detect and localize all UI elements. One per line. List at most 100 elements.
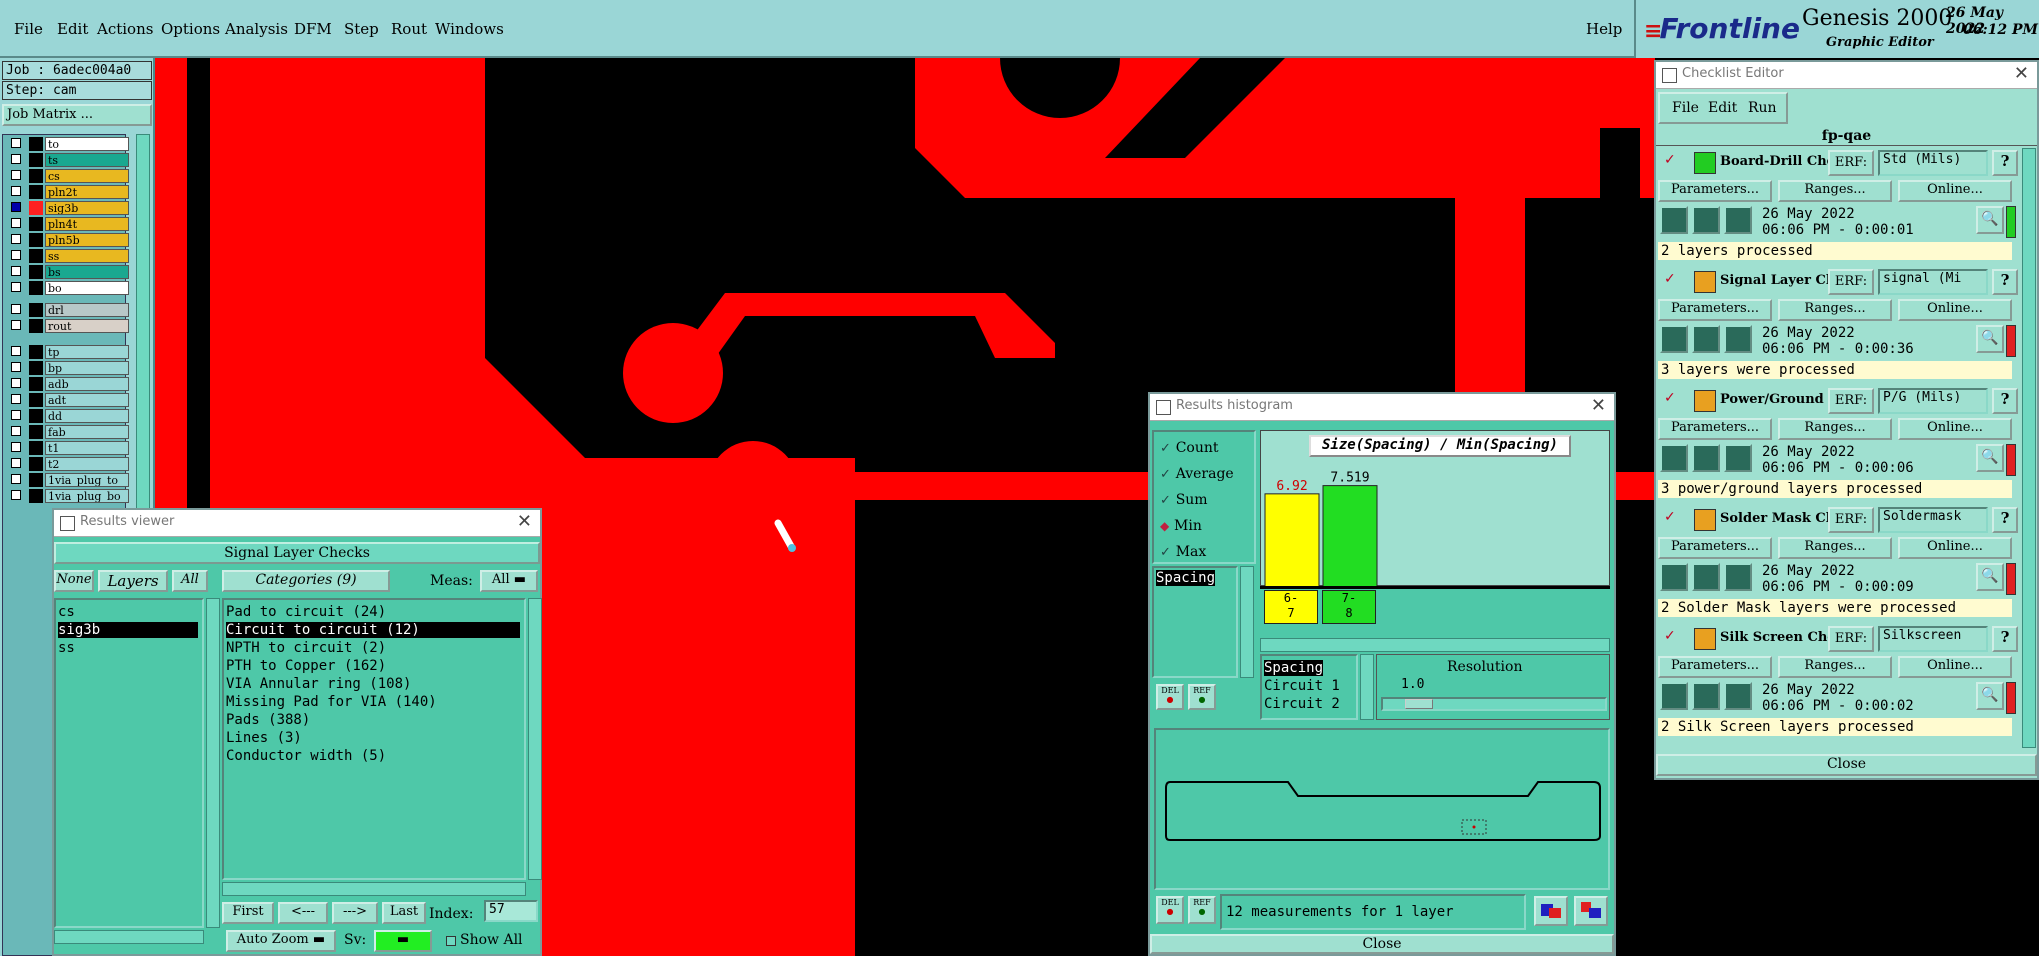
layer-name[interactable]: ss (45, 249, 129, 263)
erf-select[interactable]: Soldermask (1878, 507, 1988, 533)
ranges-button[interactable]: Ranges... (1778, 656, 1892, 678)
categories-hscrollbar[interactable] (222, 882, 526, 896)
layer-name[interactable]: t1 (45, 441, 129, 455)
list-item[interactable]: Spacing (1156, 570, 1216, 586)
layer-row-t2[interactable]: t2 (7, 457, 129, 471)
attr-list-item[interactable]: Circuit 2 (1264, 696, 1340, 712)
histogram-bar[interactable] (1264, 493, 1320, 587)
stat-option-sum[interactable]: ✓ Sum (1160, 490, 1208, 508)
layer-checkbox[interactable] (11, 362, 21, 372)
run-icon[interactable] (1660, 325, 1688, 353)
layer-checkbox[interactable] (11, 282, 21, 292)
erf-select[interactable]: Silkscreen (1878, 626, 1988, 652)
layer-row-adt[interactable]: adt (7, 393, 129, 407)
layer-row-bp[interactable]: bp (7, 361, 129, 375)
checklist-menu-run[interactable]: Run (1748, 100, 1777, 116)
close-icon[interactable]: ✕ (2014, 63, 2029, 84)
attr-list-scrollbar[interactable] (1240, 566, 1254, 678)
categories-scrollbar[interactable] (528, 598, 542, 880)
last-button[interactable]: Last (382, 902, 426, 924)
run-icon[interactable] (1692, 206, 1720, 234)
run-icon[interactable] (1660, 563, 1688, 591)
layer-list-item[interactable]: cs (58, 604, 198, 620)
layer-name[interactable]: drl (45, 303, 129, 317)
layer-checkbox[interactable] (11, 154, 21, 164)
run-icon[interactable] (1692, 325, 1720, 353)
layer-row-bo[interactable]: bo (7, 281, 129, 295)
layer-name[interactable]: pln4t (45, 217, 129, 231)
categories-button[interactable]: Categories (9) (222, 570, 390, 592)
layer-row-pln4t[interactable]: pln4t (7, 217, 129, 231)
run-icon[interactable] (1724, 682, 1752, 710)
erf-select[interactable]: signal (Mi (1878, 269, 1988, 295)
run-icon[interactable] (1724, 563, 1752, 591)
parameters-button[interactable]: Parameters... (1658, 656, 1772, 678)
layer-checkbox[interactable] (11, 474, 21, 484)
stat-option-max[interactable]: ✓ Max (1160, 542, 1206, 560)
zoom-icon[interactable]: 🔍 (1976, 682, 2004, 710)
layer-checkbox[interactable] (11, 320, 21, 330)
menu-dfm[interactable]: DFM (294, 20, 332, 38)
run-icon[interactable] (1724, 325, 1752, 353)
category-list-item[interactable]: Pad to circuit (24) (226, 604, 520, 620)
layer-row-1via-plug-to[interactable]: 1via_plug_to (7, 473, 129, 487)
run-icon[interactable] (1724, 206, 1752, 234)
index-input[interactable]: 57 (484, 900, 538, 922)
stat-option-min[interactable]: ◆ Min (1160, 516, 1202, 534)
layer-name[interactable]: sig3b (45, 201, 129, 215)
category-list-item[interactable]: PTH to Copper (162) (226, 658, 520, 674)
layer-row-ts[interactable]: ts (7, 153, 129, 167)
online-button[interactable]: Online... (1898, 180, 2012, 202)
menu-windows[interactable]: Windows (435, 20, 504, 38)
parameters-button[interactable]: Parameters... (1658, 180, 1772, 202)
run-icon[interactable] (1724, 444, 1752, 472)
menu-step[interactable]: Step (344, 20, 379, 38)
layers-scrollbar[interactable] (206, 598, 220, 928)
parameters-button[interactable]: Parameters... (1658, 299, 1772, 321)
category-list-item[interactable]: Missing Pad for VIA (140) (226, 694, 520, 710)
erf-button[interactable]: ERF: (1828, 507, 1874, 533)
layer-checkbox[interactable] (11, 394, 21, 404)
parameters-button[interactable]: Parameters... (1658, 537, 1772, 559)
layer-row-t1[interactable]: t1 (7, 441, 129, 455)
ranges-button[interactable]: Ranges... (1778, 418, 1892, 440)
run-icon[interactable] (1692, 563, 1720, 591)
layers-hscrollbar[interactable] (54, 930, 204, 944)
layer-row-bs[interactable]: bs (7, 265, 129, 279)
online-button[interactable]: Online... (1898, 418, 2012, 440)
layer-name[interactable]: adt (45, 393, 129, 407)
menu-actions[interactable]: Actions (97, 20, 153, 38)
layer-name[interactable]: ts (45, 153, 129, 167)
layer-checkbox[interactable] (11, 410, 21, 420)
action-name[interactable]: Signal Layer Ch (1720, 273, 1840, 288)
stat-option-average[interactable]: ✓ Average (1160, 464, 1234, 482)
layer-name[interactable]: tp (45, 345, 129, 359)
checklist-close-button[interactable]: Close (1656, 754, 2037, 776)
show-all-checkbox[interactable] (446, 936, 456, 946)
category-list-item[interactable]: Lines (3) (226, 730, 520, 746)
layout-icon-button[interactable] (1574, 896, 1608, 926)
run-icon[interactable] (1660, 444, 1688, 472)
layer-name[interactable]: bp (45, 361, 129, 375)
checklist-menu-file[interactable]: File (1672, 100, 1699, 116)
layer-checkbox[interactable] (11, 202, 21, 212)
erf-button[interactable]: ERF: (1828, 626, 1874, 652)
layer-row-ss[interactable]: ss (7, 249, 129, 263)
layer-row-rout[interactable]: rout (7, 319, 129, 333)
run-icon[interactable] (1692, 444, 1720, 472)
category-list-item[interactable]: Pads (388) (226, 712, 520, 728)
layer-name[interactable]: rout (45, 319, 129, 333)
layer-name[interactable]: t2 (45, 457, 129, 471)
layer-checkbox[interactable] (11, 378, 21, 388)
check-icon[interactable]: ✓ (1664, 152, 1676, 168)
layer-name[interactable]: to (45, 137, 129, 151)
layer-checkbox[interactable] (11, 442, 21, 452)
parameters-button[interactable]: Parameters... (1658, 418, 1772, 440)
category-list-item[interactable]: Circuit to circuit (12) (226, 622, 520, 638)
layer-row-1via-plug-bo[interactable]: 1via_plug_bo (7, 489, 129, 503)
meas-select[interactable]: All ▬ (480, 570, 538, 592)
layer-list-item[interactable]: ss (58, 640, 198, 656)
run-icon[interactable] (1692, 682, 1720, 710)
prev-button[interactable]: <--- (278, 902, 328, 924)
checklist-menu-edit[interactable]: Edit (1708, 100, 1737, 116)
